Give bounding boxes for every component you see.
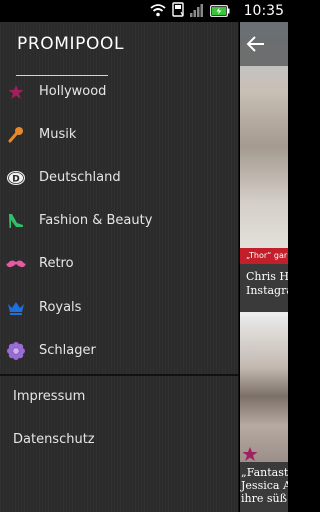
svg-text:D: D [12, 175, 19, 185]
status-icons [150, 1, 230, 21]
back-arrow-icon[interactable] [246, 34, 266, 58]
status-bar: 10:35 [0, 0, 288, 22]
battery-charging-icon [210, 2, 230, 21]
caption-line: Jessica A [241, 479, 288, 492]
menu-item-royals[interactable]: Royals [0, 288, 239, 331]
mustache-icon [6, 254, 26, 274]
article-caption[interactable]: Chris H Instagra [240, 264, 288, 312]
crown-icon [6, 298, 26, 318]
menu-divider [0, 374, 239, 376]
menu-item-retro[interactable]: Retro [0, 244, 239, 287]
menu-item-label: Fashion & Beauty [39, 213, 153, 228]
menu-item-label: Datenschutz [13, 432, 95, 447]
caption-line: „Fantasti [241, 466, 288, 479]
menu-item-datenschutz[interactable]: Datenschutz [0, 420, 239, 460]
flower-icon [6, 341, 26, 361]
menu-item-label: Deutschland [39, 170, 121, 185]
wifi-icon [150, 2, 166, 21]
article-caption[interactable]: „Fantasti Jessica A ihre süß [240, 462, 288, 512]
menu-item-impressum[interactable]: Impressum [0, 377, 239, 417]
article-feed: „Thor“ gar Chris H Instagra „Fantasti Je… [240, 22, 288, 512]
storage-icon [172, 1, 184, 21]
menu-item-schlager[interactable]: Schlager [0, 331, 239, 374]
menu-item-hollywood[interactable]: Hollywood [0, 72, 239, 115]
menu-item-musik[interactable]: Musik [0, 115, 239, 158]
signal-icon [190, 2, 204, 21]
article-tag: „Thor“ gar [240, 248, 288, 264]
high-heel-icon [6, 211, 26, 231]
caption-line: ihre süß [241, 492, 287, 505]
menu-item-fashion-beauty[interactable]: Fashion & Beauty [0, 201, 239, 244]
article-image[interactable] [240, 316, 288, 462]
navigation-drawer: PROMIPOOL Hollywood Musik D Deutschland … [0, 22, 239, 512]
menu-item-label: Schlager [39, 343, 96, 358]
menu-item-label: Musik [39, 127, 77, 142]
menu-item-label: Impressum [13, 389, 86, 404]
app-bar [240, 22, 288, 66]
star-icon [6, 82, 26, 102]
d-badge-icon: D [6, 168, 26, 188]
menu-item-label: Royals [39, 300, 82, 315]
caption-line: Chris H [246, 270, 288, 283]
menu-item-deutschland[interactable]: D Deutschland [0, 158, 239, 201]
caption-line: Instagra [246, 284, 288, 297]
microphone-icon [6, 125, 26, 145]
clock: 10:35 [243, 3, 284, 19]
app-logo[interactable]: PROMIPOOL [17, 34, 124, 54]
menu-item-label: Hollywood [39, 84, 107, 99]
menu-item-label: Retro [39, 256, 74, 271]
